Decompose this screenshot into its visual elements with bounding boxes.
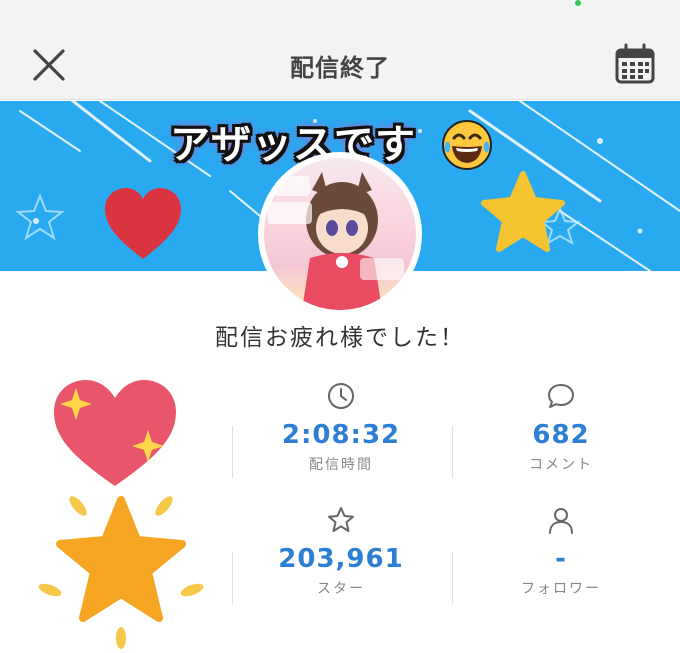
stat-duration-label: 配信時間 bbox=[309, 457, 373, 473]
stat-comments: 682 コメント bbox=[466, 380, 656, 474]
stat-stars-label: スター bbox=[317, 581, 365, 597]
stat-divider bbox=[452, 426, 453, 478]
stat-followers: - フォロワー bbox=[466, 504, 656, 598]
stat-comments-value: 682 bbox=[532, 420, 590, 450]
yellow-star-sticker bbox=[481, 171, 565, 252]
stat-stars: 203,961 スター bbox=[246, 504, 436, 598]
laughing-tears-emoji bbox=[442, 120, 492, 170]
stat-divider bbox=[232, 552, 233, 604]
red-heart-sticker bbox=[105, 188, 181, 259]
person-icon bbox=[549, 508, 573, 534]
stat-followers-value: - bbox=[555, 544, 567, 574]
stat-duration-value: 2:08:32 bbox=[281, 420, 401, 450]
stat-followers-label: フォロワー bbox=[521, 581, 601, 597]
speech-bubble-icon bbox=[548, 384, 574, 408]
page-title: 配信終了 bbox=[290, 54, 390, 82]
clock-icon bbox=[328, 383, 354, 409]
navigation-bar: 配信終了 bbox=[0, 30, 680, 100]
streamer-avatar[interactable] bbox=[258, 152, 422, 316]
status-bar bbox=[0, 0, 680, 30]
avatar-illustration bbox=[268, 172, 404, 310]
stat-divider bbox=[452, 552, 453, 604]
status-indicator-dot bbox=[575, 0, 581, 6]
pink-heart-sticker bbox=[54, 380, 176, 486]
stat-stars-value: 203,961 bbox=[278, 544, 404, 574]
star-icon bbox=[328, 507, 354, 532]
greeting-message: 配信お疲れ様でした！ bbox=[215, 325, 465, 351]
orange-star-sticker bbox=[38, 496, 204, 649]
stat-divider bbox=[232, 426, 233, 478]
stat-duration: 2:08:32 配信時間 bbox=[246, 380, 436, 474]
calendar-icon[interactable] bbox=[612, 42, 658, 88]
stat-comments-label: コメント bbox=[529, 457, 593, 473]
avatar-image bbox=[264, 158, 416, 310]
